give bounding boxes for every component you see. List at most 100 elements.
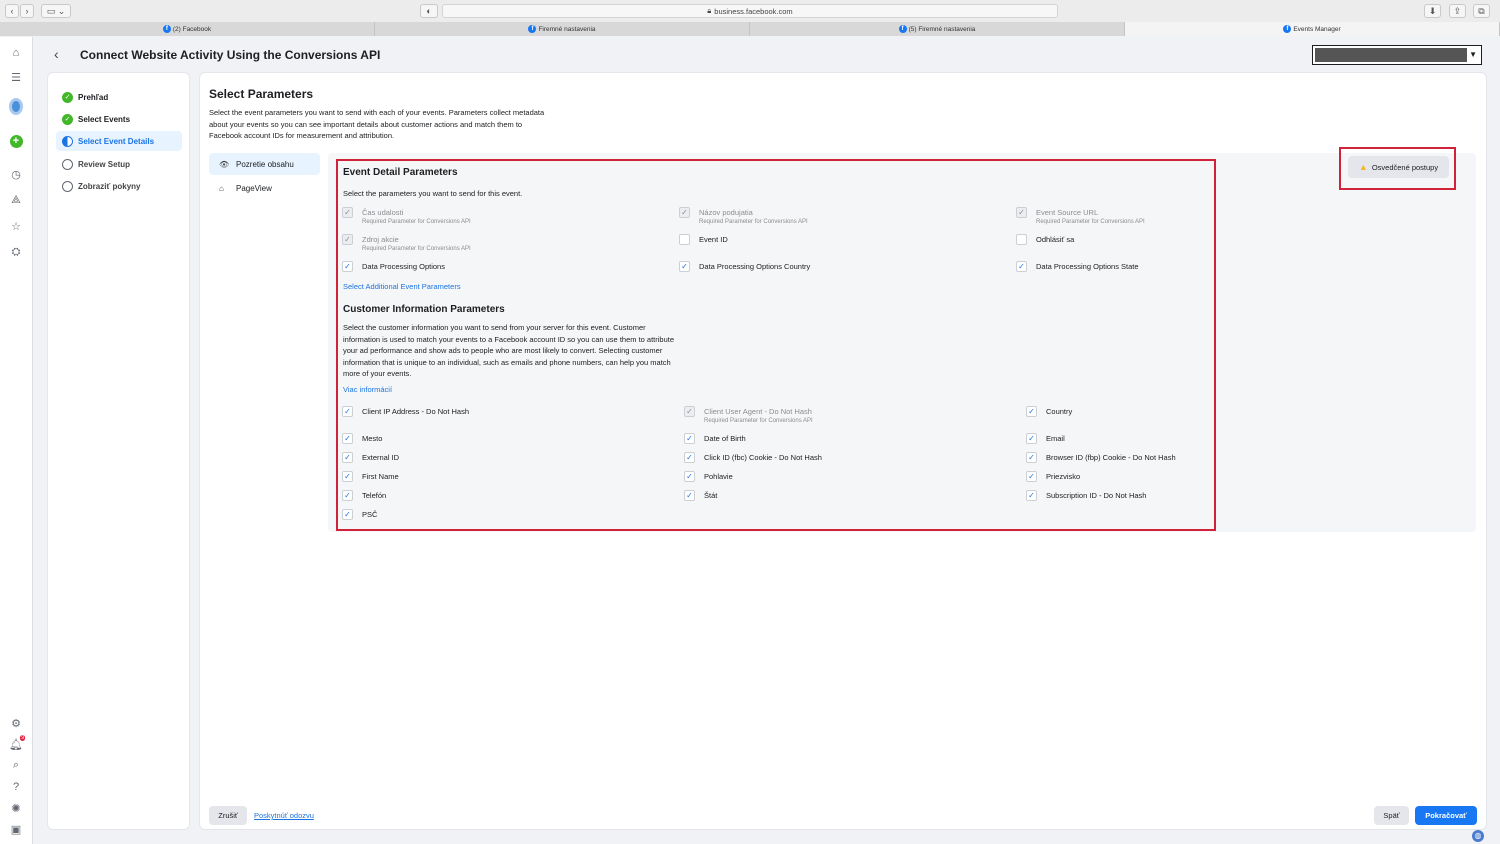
continue-button[interactable]: Pokračovať xyxy=(1415,806,1477,825)
tab-facebook[interactable]: f (2) Facebook xyxy=(0,22,375,36)
globe-icon[interactable]: ◍ xyxy=(1472,830,1484,842)
account-avatar[interactable] xyxy=(9,97,23,115)
account-name-redacted xyxy=(1315,48,1467,62)
back-nav-icon[interactable]: ‹ xyxy=(5,4,19,18)
checkbox-unchecked xyxy=(1016,234,1027,245)
privacy-icon[interactable]: ◐ xyxy=(420,4,438,18)
step-select-event-details[interactable]: Select Event Details xyxy=(56,131,182,151)
check-circle-icon: ✓ xyxy=(62,91,73,103)
sidebar-toggle-icon[interactable]: ▭ ⌄ xyxy=(41,4,71,18)
best-practices-button[interactable]: ▲ Osvedčené postupy xyxy=(1348,156,1449,178)
checkbox-checked: ✓ xyxy=(1026,433,1037,444)
step-prehlad[interactable]: ✓ Prehľad xyxy=(56,87,182,107)
browser-chrome: ‹ › ▭ ⌄ ◐ 🔒︎ business.facebook.com ⬇ ⇪ ⧉… xyxy=(0,0,1500,36)
param-subscription-id[interactable]: ✓ Subscription ID - Do Not Hash xyxy=(1026,490,1146,501)
download-icon[interactable]: ⬇ xyxy=(1424,4,1441,18)
checkbox-checked: ✓ xyxy=(342,261,353,272)
event-detail-description: Select the parameters you want to send f… xyxy=(343,189,523,198)
checkbox-unchecked xyxy=(679,234,690,245)
param-mesto[interactable]: ✓ Mesto xyxy=(342,433,382,444)
page-title: Connect Website Activity Using the Conve… xyxy=(80,48,381,62)
checkbox-checked-disabled: ✓ xyxy=(679,207,690,218)
param-stat[interactable]: ✓ Štát xyxy=(684,490,717,501)
feedback-link[interactable]: Poskytnúť odozvu xyxy=(254,811,314,820)
share-icon[interactable]: ⇪ xyxy=(1449,4,1466,18)
tab-firemne-nastavenia[interactable]: f Firemné nastavenia xyxy=(375,22,750,36)
tab-events-manager[interactable]: f Events Manager xyxy=(1125,22,1500,36)
network-icon[interactable]: ⟁ xyxy=(9,193,23,207)
param-data-processing-options-country[interactable]: ✓ Data Processing Options Country xyxy=(679,261,810,272)
param-data-processing-options[interactable]: ✓ Data Processing Options xyxy=(342,261,445,272)
param-psc[interactable]: ✓ PSČ xyxy=(342,509,377,520)
settings-icon[interactable]: ⚙ xyxy=(9,716,23,730)
param-date-of-birth[interactable]: ✓ Date of Birth xyxy=(684,433,746,444)
parameters-highlight: Event Detail Parameters Select the param… xyxy=(336,159,1216,531)
param-data-processing-options-state[interactable]: ✓ Data Processing Options State xyxy=(1016,261,1139,272)
param-priezvisko[interactable]: ✓ Priezvisko xyxy=(1026,471,1080,482)
step-select-events[interactable]: ✓ Select Events xyxy=(56,109,182,129)
section-description: Select the event parameters you want to … xyxy=(209,108,545,140)
param-country[interactable]: ✓ Country xyxy=(1026,406,1072,417)
event-item-pageview[interactable]: ⌂ PageView xyxy=(209,177,320,199)
checkbox-checked: ✓ xyxy=(684,452,695,463)
event-detail-area: ▲ Osvedčené postupy Event Detail Paramete… xyxy=(328,147,1476,532)
facebook-icon: f xyxy=(1283,25,1292,33)
viac-informacii-link[interactable]: Viac informácií xyxy=(343,385,392,394)
checkbox-checked: ✓ xyxy=(1016,261,1027,272)
checkbox-checked: ✓ xyxy=(342,490,353,501)
search-icon[interactable]: ⌕ xyxy=(9,758,23,772)
browser-toolbar: ‹ › ▭ ⌄ ◐ 🔒︎ business.facebook.com ⬇ ⇪ ⧉ xyxy=(0,0,1500,22)
dashboard-icon[interactable]: ◷ xyxy=(9,167,23,181)
param-client-ip[interactable]: ✓ Client IP Address - Do Not Hash xyxy=(342,406,469,417)
event-item-pozretie-obsahu[interactable]: 👁︎ Pozretie obsahu xyxy=(209,153,320,175)
page-header: ‹ Connect Website Activity Using the Con… xyxy=(34,37,1500,71)
star-icon[interactable]: ☆ xyxy=(9,219,23,233)
tab-firemne-nastavenia-2[interactable]: f (5) Firemné nastavenia xyxy=(750,22,1125,36)
help-icon[interactable]: ? xyxy=(9,780,23,794)
param-email[interactable]: ✓ Email xyxy=(1026,433,1065,444)
select-additional-params-link[interactable]: Select Additional Event Parameters xyxy=(343,282,461,291)
param-event-id[interactable]: Event ID xyxy=(679,234,728,245)
checkbox-checked: ✓ xyxy=(342,406,353,417)
param-first-name[interactable]: ✓ First Name xyxy=(342,471,399,482)
create-icon[interactable]: + xyxy=(9,134,23,148)
step-zobrazit-pokyny[interactable]: Zobraziť pokyny xyxy=(56,176,182,196)
menu-icon[interactable]: ☰ xyxy=(9,70,23,84)
eye-icon: 👁︎ xyxy=(219,159,230,169)
param-external-id[interactable]: ✓ External ID xyxy=(342,452,399,463)
empty-circle-icon xyxy=(62,158,73,170)
param-cas-udalosti[interactable]: ✓ Čas udalosti Required Parameter for Conv… xyxy=(342,207,471,227)
home-icon[interactable]: ⌂ xyxy=(9,46,23,60)
param-odhlasit-sa[interactable]: Odhlásiť sa xyxy=(1016,234,1074,245)
facebook-icon: f xyxy=(162,25,171,33)
forward-nav-icon[interactable]: › xyxy=(20,4,34,18)
param-browser-id[interactable]: ✓ Browser ID (fbp) Cookie - Do Not Hash xyxy=(1026,452,1176,463)
param-event-source-url[interactable]: ✓ Event Source URL Required Parameter for … xyxy=(1016,207,1145,227)
handshake-icon[interactable]: ⛭ xyxy=(9,245,23,259)
checkbox-checked: ✓ xyxy=(1026,452,1037,463)
checkbox-checked: ✓ xyxy=(684,433,695,444)
param-pohlavie[interactable]: ✓ Pohlavie xyxy=(684,471,733,482)
param-zdroj-akcie[interactable]: ✓ Zdroj akcie Required Parameter for Conve… xyxy=(342,234,471,254)
panel-icon[interactable]: ▣ xyxy=(9,822,23,836)
checkbox-checked: ✓ xyxy=(342,471,353,482)
empty-circle-icon xyxy=(62,180,73,192)
back-arrow-icon[interactable]: ‹ xyxy=(54,46,59,62)
step-review-setup[interactable]: Review Setup xyxy=(56,154,182,174)
back-button[interactable]: Späť xyxy=(1374,806,1409,825)
param-click-id[interactable]: ✓ Click ID (fbc) Cookie - Do Not Hash xyxy=(684,452,822,463)
account-selector[interactable]: ▼ xyxy=(1312,45,1482,65)
progress-circle-icon xyxy=(62,135,73,147)
checkbox-checked: ✓ xyxy=(679,261,690,272)
checkbox-checked: ✓ xyxy=(342,452,353,463)
param-telefon[interactable]: ✓ Telefón xyxy=(342,490,386,501)
left-nav-rail: ⌂ ☰ + ◷ ⟁ ☆ ⛭ ⚙ 🔔︎ 9 ⌕ ? ✺ ▣ xyxy=(0,37,33,844)
notifications-icon[interactable]: 🔔︎ 9 xyxy=(9,735,25,751)
notification-badge: 9 xyxy=(20,735,25,741)
tab-overview-icon[interactable]: ⧉ xyxy=(1473,4,1490,18)
param-client-user-agent[interactable]: ✓ Client User Agent - Do Not Hash Required… xyxy=(684,406,813,426)
cancel-button[interactable]: Zrušiť xyxy=(209,806,247,825)
param-nazov-podujatia[interactable]: ✓ Názov podujatia Required Parameter for C… xyxy=(679,207,808,227)
bug-icon[interactable]: ✺ xyxy=(9,801,23,815)
address-bar[interactable]: 🔒︎ business.facebook.com xyxy=(442,4,1058,18)
